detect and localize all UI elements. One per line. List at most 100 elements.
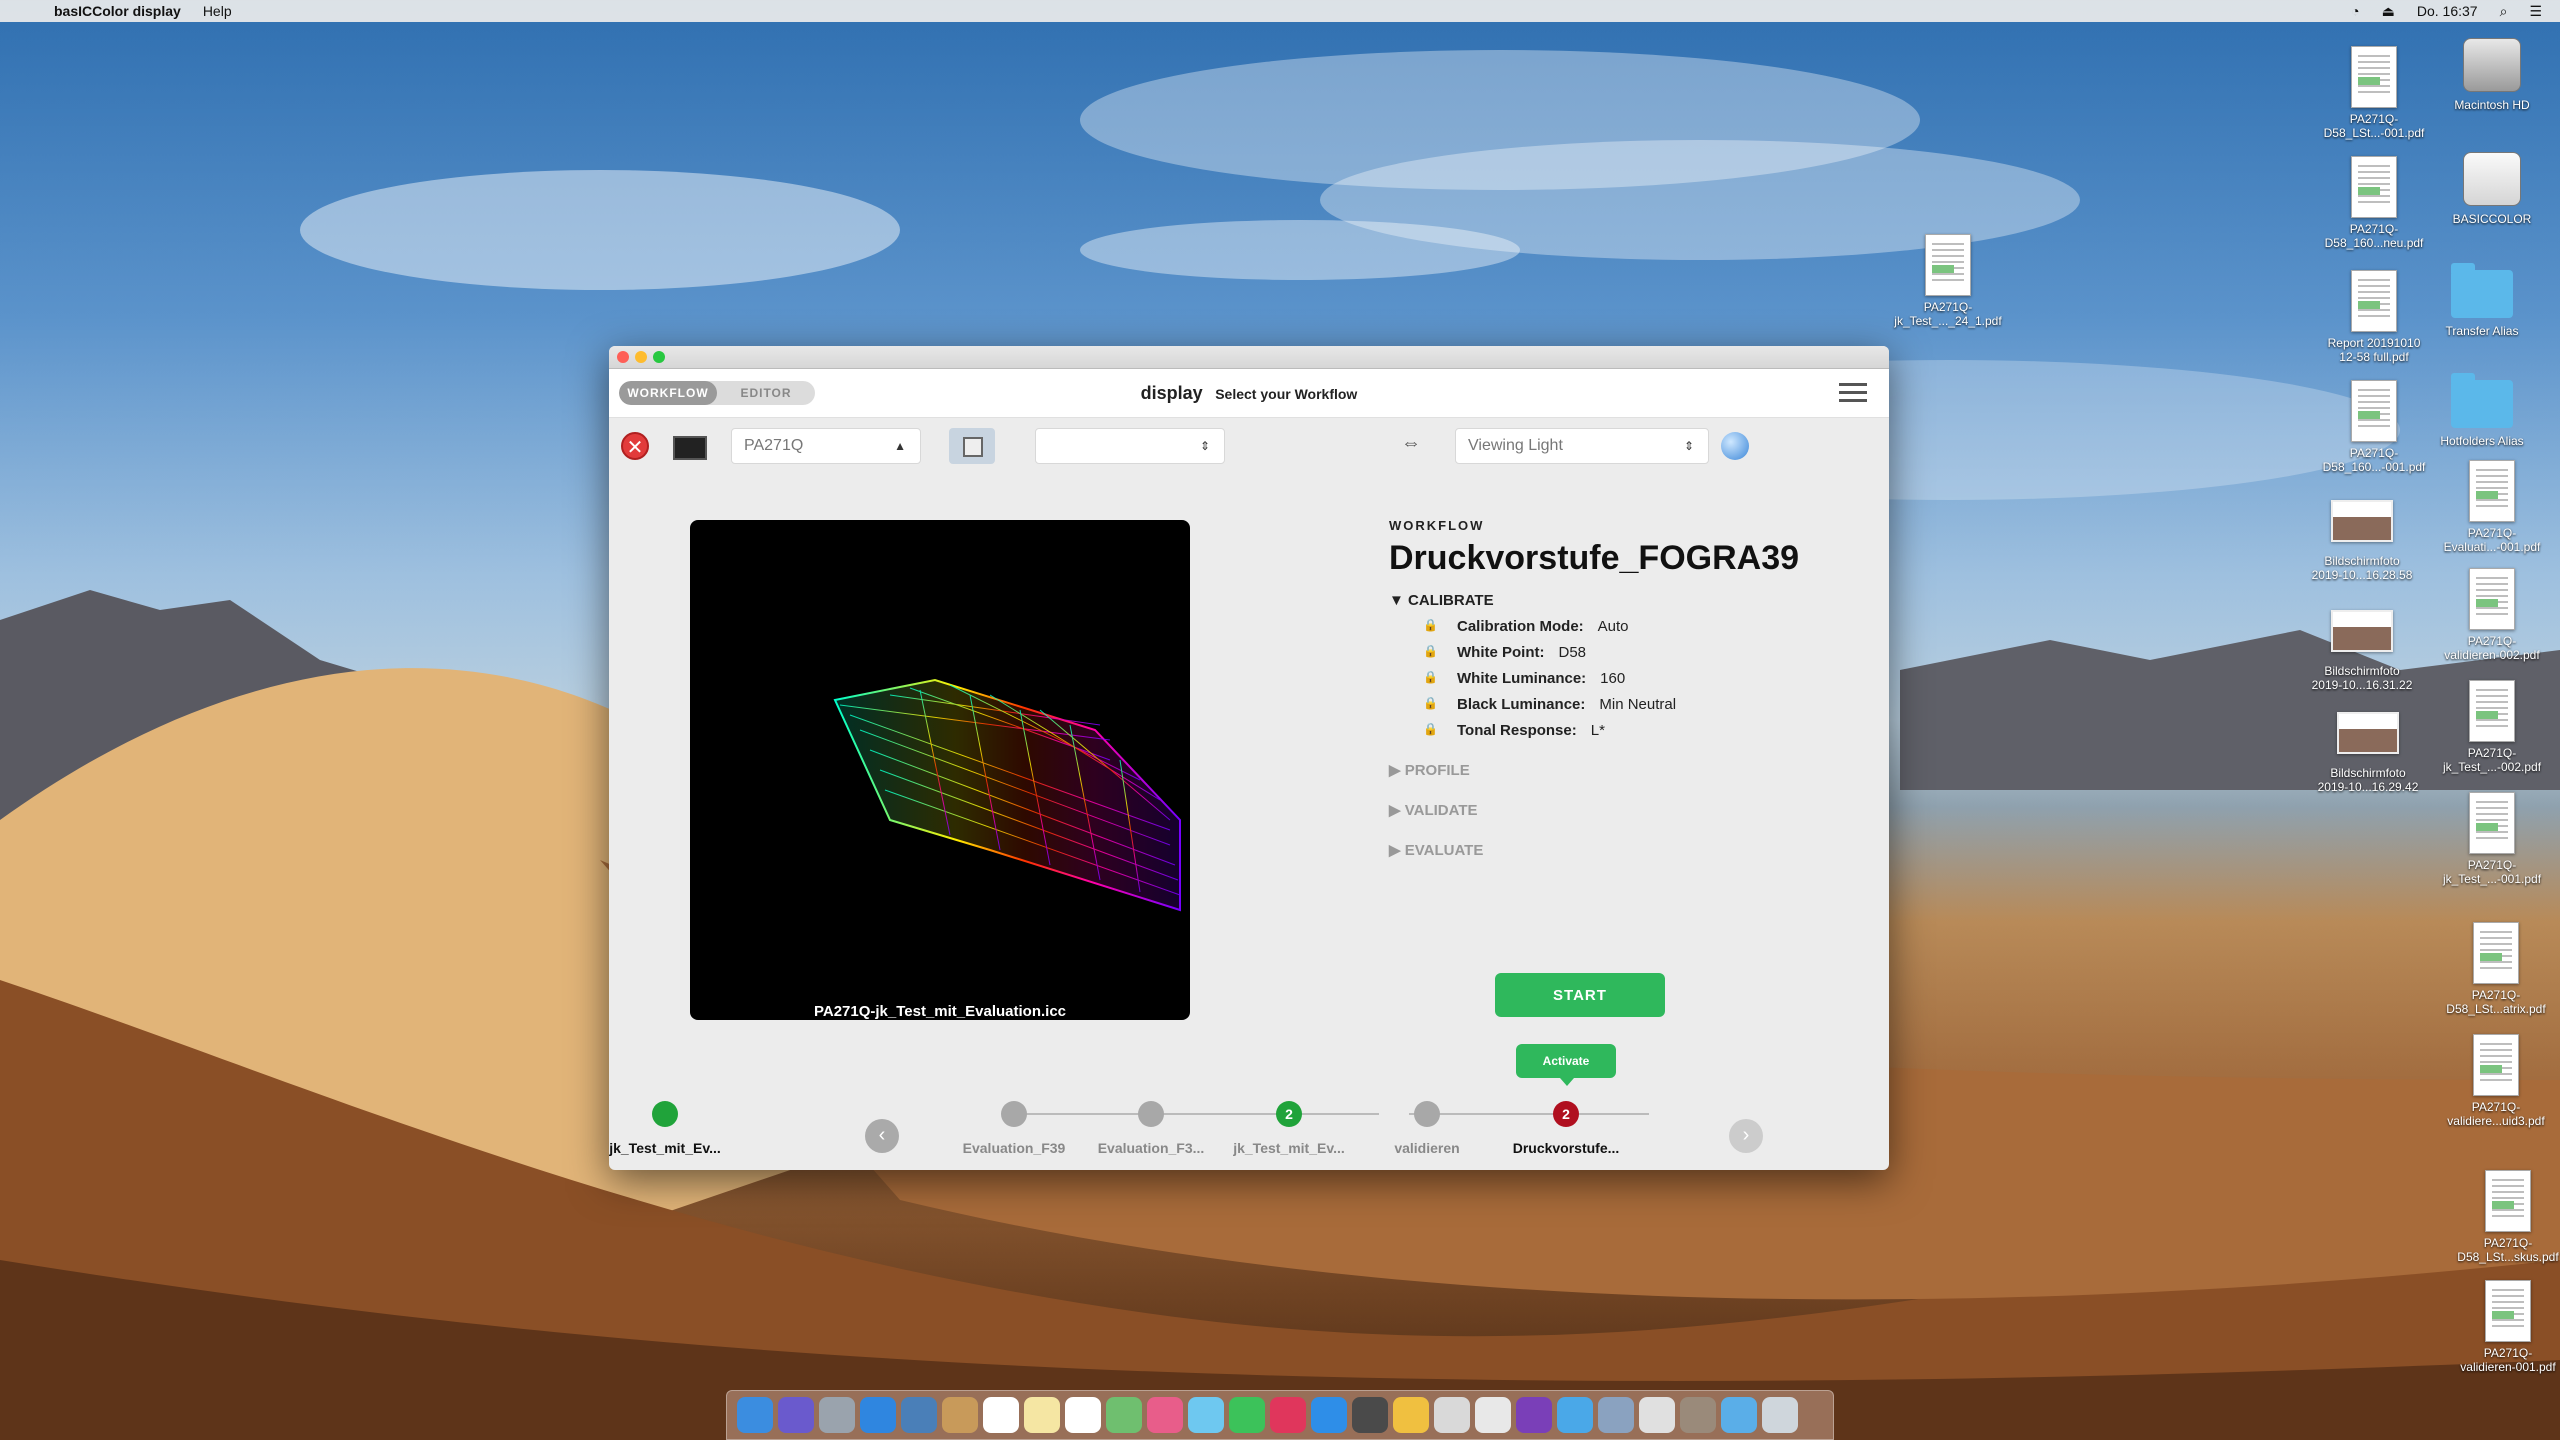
desktop-icon-file[interactable]: PA271Q- jk_Test_...-002.pdf xyxy=(2436,680,2548,774)
desktop-icon-file[interactable]: PA271Q- validieren-001.pdf xyxy=(2452,1280,2560,1374)
setting-row: 🔒 White Luminance: 160 xyxy=(1389,670,1829,687)
eject-icon[interactable]: ⏏ xyxy=(2382,3,2395,20)
device-select[interactable]: ⇕ xyxy=(1035,428,1225,464)
desktop-icon-transfer-alias[interactable]: Transfer Alias xyxy=(2426,263,2538,338)
dock-app-icon[interactable] xyxy=(1475,1397,1511,1433)
hard-disk-icon xyxy=(2463,38,2521,92)
spotlight-search-icon[interactable]: ⌕ xyxy=(2500,3,2508,20)
dock-app-icon[interactable] xyxy=(737,1397,773,1433)
desktop-icon-file[interactable]: PA271Q- jk_Test_..._24_1.pdf xyxy=(1892,234,2004,328)
desktop-icon-screenshot[interactable]: Bildschirmfoto 2019-10...16.29.42 xyxy=(2312,702,2424,794)
clock[interactable]: Do. 16:37 xyxy=(2417,3,2478,19)
screenshot-thumbnail xyxy=(2337,712,2399,754)
dock-app-icon[interactable] xyxy=(1352,1397,1388,1433)
activate-tooltip-button[interactable]: Activate xyxy=(1516,1044,1616,1086)
viewing-light-select[interactable]: Viewing Light ⇕ xyxy=(1455,428,1709,464)
dock-app-icon[interactable] xyxy=(1106,1397,1142,1433)
desktop-icon-file[interactable]: PA271Q- D58_LSt...atrix.pdf xyxy=(2440,922,2552,1016)
dock-app-icon[interactable] xyxy=(1024,1397,1060,1433)
calibrate-section-toggle[interactable]: ▼ CALIBRATE xyxy=(1389,592,1829,609)
wifi-icon[interactable]: ◔ xyxy=(2351,3,2359,19)
dock-app-icon[interactable] xyxy=(1762,1397,1798,1433)
desktop-icon-file[interactable]: PA271Q- D58_LSt...-001.pdf xyxy=(2318,46,2430,140)
pdf-document-icon xyxy=(2469,792,2515,854)
workflow-timeline: jk_Test_mit_Ev... ‹ Evaluation_F39 Evalu… xyxy=(609,1086,1889,1170)
timeline-label: Druckvorstufe... xyxy=(1512,1140,1620,1156)
pdf-document-icon xyxy=(2351,380,2397,442)
window-titlebar[interactable] xyxy=(609,346,1889,369)
globe-icon[interactable] xyxy=(1721,432,1749,460)
desktop-icon-basiccolor[interactable]: BASICCOLOR xyxy=(2436,146,2548,226)
evaluate-section-toggle[interactable]: ▶ EVALUATE xyxy=(1389,841,1829,859)
dock-app-icon[interactable] xyxy=(1270,1397,1306,1433)
timeline-node[interactable] xyxy=(652,1101,678,1127)
window-close-button[interactable] xyxy=(617,351,629,363)
window-zoom-button[interactable] xyxy=(653,351,665,363)
dock-app-icon[interactable] xyxy=(1065,1397,1101,1433)
desktop-icon-file[interactable]: PA271Q- D58_160...-001.pdf xyxy=(2318,380,2430,474)
lock-icon: 🔒 xyxy=(1423,644,1438,658)
desktop-icon-file[interactable]: Report 20191010 12-58 full.pdf xyxy=(2318,270,2430,364)
desktop-icon-macintosh-hd[interactable]: Macintosh HD xyxy=(2436,32,2548,112)
timeline-label: validieren xyxy=(1394,1140,1460,1156)
display-select[interactable]: PA271Q ▲ xyxy=(731,428,921,464)
timeline-node[interactable]: 2 xyxy=(1276,1101,1302,1127)
desktop-icon-file[interactable]: PA271Q- D58_160...neu.pdf xyxy=(2318,156,2430,250)
section-label: PROFILE xyxy=(1404,762,1470,779)
chevron-left-icon[interactable]: ‹ xyxy=(865,1119,899,1153)
notification-center-icon[interactable]: ☰ xyxy=(2529,3,2542,20)
dock-app-icon[interactable] xyxy=(1393,1397,1429,1433)
triangle-right-icon: ▶ xyxy=(1389,802,1401,819)
validate-section-toggle[interactable]: ▶ VALIDATE xyxy=(1389,801,1829,819)
timeline-node-selected[interactable]: 2 xyxy=(1553,1101,1579,1127)
dock-app-icon[interactable] xyxy=(1598,1397,1634,1433)
list-menu-icon[interactable] xyxy=(1839,383,1867,403)
start-button[interactable]: START xyxy=(1495,973,1665,1017)
dock-app-icon[interactable] xyxy=(1639,1397,1675,1433)
monitor-icon[interactable] xyxy=(673,436,707,460)
pdf-document-icon xyxy=(2469,460,2515,522)
dock-app-icon[interactable] xyxy=(1680,1397,1716,1433)
dock-app-icon[interactable] xyxy=(1229,1397,1265,1433)
preview-caption: PA271Q-jk_Test_mit_Evaluation.icc xyxy=(813,1003,1067,1020)
section-label: VALIDATE xyxy=(1404,802,1478,819)
dock-app-icon[interactable] xyxy=(860,1397,896,1433)
setting-key: Calibration Mode: xyxy=(1457,618,1584,635)
dock-app-icon[interactable] xyxy=(819,1397,855,1433)
profile-section-toggle[interactable]: ▶ PROFILE xyxy=(1389,761,1829,779)
cancel-x-icon[interactable]: ✕ xyxy=(621,432,649,460)
calibration-device-button[interactable] xyxy=(949,428,995,464)
light-sensor-icon[interactable]: ⇔ xyxy=(1389,432,1433,462)
dock-app-icon[interactable] xyxy=(983,1397,1019,1433)
desktop-icon-hotfolders-alias[interactable]: Hotfolders Alias xyxy=(2426,373,2538,448)
desktop-icon-file[interactable]: PA271Q- validieren-002.pdf xyxy=(2436,568,2548,662)
desktop-icon-file[interactable]: PA271Q- D58_LSt...skus.pdf xyxy=(2452,1170,2560,1264)
dock-app-icon[interactable] xyxy=(942,1397,978,1433)
gamut-wireframe xyxy=(833,678,1181,912)
desktop-icon-file[interactable]: PA271Q- validiere...uid3.pdf xyxy=(2440,1034,2552,1128)
chevron-right-icon[interactable]: › xyxy=(1729,1119,1763,1153)
app-menu[interactable]: basICColor display xyxy=(54,3,181,19)
desktop-icon-file[interactable]: PA271Q- jk_Test_...-001.pdf xyxy=(2436,792,2548,886)
screenshot-thumbnail xyxy=(2331,500,2393,542)
timeline-node[interactable] xyxy=(1138,1101,1164,1127)
window-header: WORKFLOW EDITOR display Select your Work… xyxy=(609,369,1889,418)
dock-app-icon[interactable] xyxy=(778,1397,814,1433)
timeline-node[interactable] xyxy=(1001,1101,1027,1127)
desktop-icon-screenshot[interactable]: Bildschirmfoto 2019-10...16.31.22 xyxy=(2306,600,2418,692)
dock-app-icon[interactable] xyxy=(1311,1397,1347,1433)
desktop-icon-file[interactable]: PA271Q- Evaluati...-001.pdf xyxy=(2436,460,2548,554)
gamut-preview[interactable]: PA271Q-jk_Test_mit_Evaluation.icc xyxy=(690,520,1190,1020)
dock-app-icon[interactable] xyxy=(1147,1397,1183,1433)
help-menu[interactable]: Help xyxy=(203,3,232,19)
timeline-node[interactable] xyxy=(1414,1101,1440,1127)
dock-app-icon[interactable] xyxy=(1557,1397,1593,1433)
pdf-document-icon xyxy=(1925,234,1971,296)
dock-app-icon[interactable] xyxy=(1188,1397,1224,1433)
dock-app-icon[interactable] xyxy=(1516,1397,1552,1433)
window-minimize-button[interactable] xyxy=(635,351,647,363)
dock-app-icon[interactable] xyxy=(1721,1397,1757,1433)
desktop-icon-screenshot[interactable]: Bildschirmfoto 2019-10...16.28.58 xyxy=(2306,490,2418,582)
dock-app-icon[interactable] xyxy=(1434,1397,1470,1433)
dock-app-icon[interactable] xyxy=(901,1397,937,1433)
